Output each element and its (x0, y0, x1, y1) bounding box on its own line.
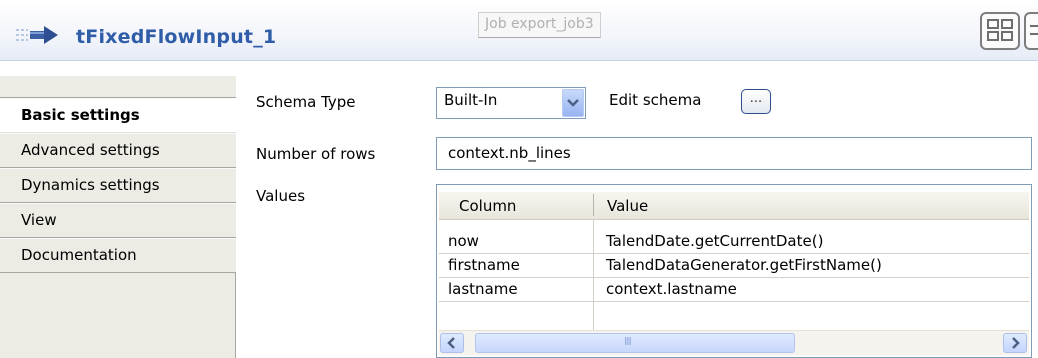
edit-schema-label: Edit schema (609, 91, 702, 109)
row-value-cell: context.lastname (606, 280, 737, 298)
value-header[interactable]: Value (607, 197, 648, 215)
column-header[interactable]: Column (459, 197, 516, 215)
tab-basic-settings[interactable]: Basic settings (0, 98, 237, 133)
tab-dynamics-settings[interactable]: Dynamics settings (0, 168, 236, 203)
job-tooltip: Job export_job3 (478, 12, 601, 38)
row-value-cell: TalendDataGenerator.getFirstName() (606, 256, 882, 274)
schema-type-select[interactable]: Built-In (436, 87, 586, 119)
row-column-cell: now (448, 232, 479, 250)
scroll-right-icon[interactable] (1003, 333, 1027, 353)
values-label: Values (256, 187, 306, 205)
header-divider (593, 194, 594, 216)
schema-type-label: Schema Type (256, 93, 356, 111)
sidebar-spacer (0, 76, 236, 98)
grid-view-icon (982, 19, 1018, 52)
table-row[interactable]: firstname TalendDataGenerator.getFirstNa… (439, 254, 1029, 277)
settings-sidebar: Basic settings Advanced settings Dynamic… (0, 76, 237, 358)
values-table[interactable]: Column Value now TalendDate.getCurrentDa… (436, 184, 1032, 358)
component-title: tFixedFlowInput_1 (76, 26, 277, 48)
row-value-cell: TalendDate.getCurrentDate() (606, 232, 824, 250)
grid-view-button[interactable] (980, 12, 1020, 50)
chevron-down-icon[interactable] (562, 89, 584, 117)
schema-type-value: Built-In (444, 91, 498, 109)
row-column-cell: lastname (448, 280, 518, 298)
scroll-left-icon[interactable] (440, 333, 464, 353)
rows-label: Number of rows (256, 145, 376, 163)
edit-schema-button[interactable]: ... (741, 89, 771, 114)
table-row[interactable]: lastname context.lastname (439, 278, 1029, 301)
horizontal-scrollbar[interactable]: III (439, 330, 1029, 355)
scroll-thumb[interactable]: III (475, 333, 795, 353)
table-row[interactable]: now TalendDate.getCurrentDate() (439, 230, 1029, 253)
row-column-cell: firstname (448, 256, 520, 274)
table-header: Column Value (439, 192, 1029, 220)
tab-view[interactable]: View (0, 203, 236, 238)
list-view-button[interactable] (1024, 12, 1038, 50)
row-divider (439, 301, 1029, 302)
number-of-rows-input[interactable]: context.nb_lines (436, 137, 1032, 170)
component-header: tFixedFlowInput_1 Job export_job3 (0, 0, 1038, 61)
flow-arrow-icon (14, 24, 68, 50)
scroll-thumb-grip: III (624, 335, 632, 348)
tab-advanced-settings[interactable]: Advanced settings (0, 133, 236, 168)
list-view-icon (1026, 25, 1038, 52)
tab-documentation[interactable]: Documentation (0, 238, 236, 273)
